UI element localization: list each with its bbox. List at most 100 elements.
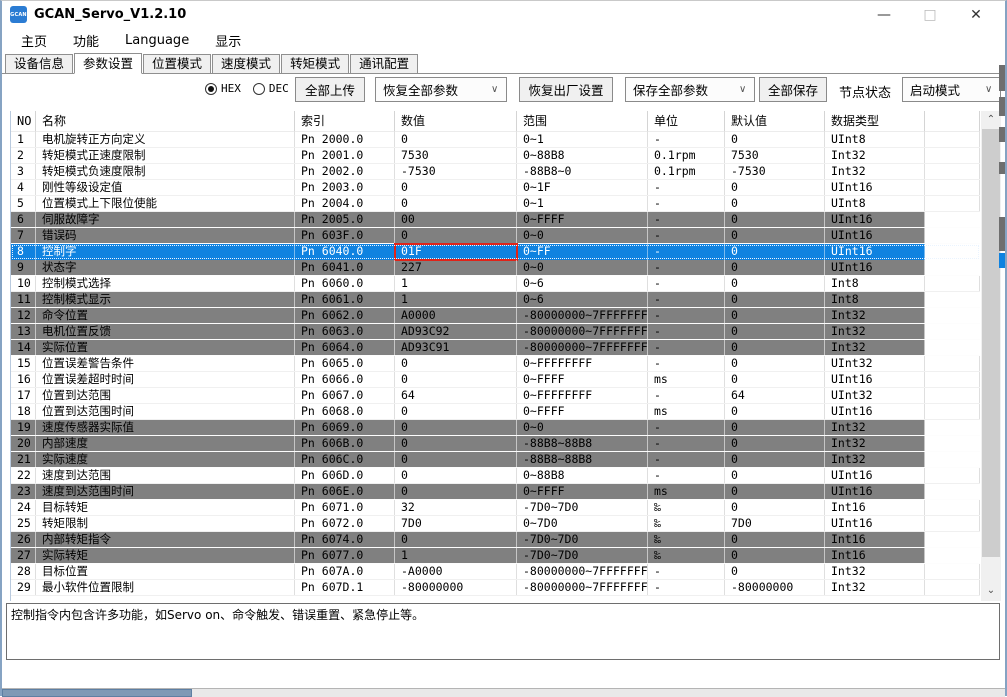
table-row-27[interactable]: 27 实际转矩 Pn 6077.0 1 -7D0~7D0 ‰ 0 Int16	[11, 548, 980, 564]
table-row-18[interactable]: 18 位置到达范围时间 Pn 6068.0 0 0~FFFF ms 0 UInt16	[11, 404, 980, 420]
tab-0[interactable]: 设备信息	[5, 54, 74, 73]
save-all-button[interactable]: 全部保存	[759, 77, 827, 102]
table-row-16[interactable]: 16 位置误差超时时间 Pn 6066.0 0 0~FFFF ms 0 UInt16	[11, 372, 980, 388]
cell-range: 0~88B8	[517, 468, 648, 483]
tab-5[interactable]: 通讯配置	[350, 54, 419, 73]
cell-unit: ms	[648, 404, 725, 419]
tab-4[interactable]: 转矩模式	[281, 54, 350, 73]
table-row-3[interactable]: 3 转矩模式负速度限制 Pn 2002.0 -7530 -88B8~0 0.1rpm -75…	[11, 164, 980, 180]
table-row-24[interactable]: 24 目标转矩 Pn 6071.0 32 -7D0~7D0 ‰ 0 Int16	[11, 500, 980, 516]
upload-all-button[interactable]: 全部上传	[295, 77, 365, 102]
cell-no: 25	[11, 516, 36, 531]
menu-home[interactable]: 主页	[8, 29, 60, 52]
cell-range: 0~1	[517, 132, 648, 147]
table-row-23[interactable]: 23 速度到达范围时间 Pn 606E.0 0 0~FFFF ms 0 UInt16	[11, 484, 980, 500]
cell-index: Pn 2005.0	[295, 212, 395, 227]
cell-value: 7D0	[395, 516, 517, 531]
cell-no: 12	[11, 308, 36, 323]
cell-index: Pn 2003.0	[295, 180, 395, 195]
cell-range: -88B8~0	[517, 164, 648, 179]
table-row-21[interactable]: 21 实际速度 Pn 606C.0 0 -88B8~88B8-0 Int32	[11, 452, 980, 468]
cell-value: 0	[395, 420, 517, 435]
table-row-13[interactable]: 13 电机位置反馈 Pn 6063.0 AD93C92 -80000000~7FFFFF…	[11, 324, 980, 340]
vertical-scrollbar[interactable]: ⌃ ⌄	[981, 111, 1001, 601]
vertical-scrollbar-thumb[interactable]	[982, 129, 1000, 557]
cell-index: Pn 603F.0	[295, 228, 395, 243]
cell-range: 0~0	[517, 260, 648, 275]
cell-unit: -	[648, 196, 725, 211]
cell-no: 5	[11, 196, 36, 211]
table-row-9[interactable]: 9 状态字 Pn 6041.0 227 0~0-0 UInt16	[11, 260, 980, 276]
hex-radio[interactable]: HEX	[205, 82, 241, 95]
table-row-12[interactable]: 12 命令位置 Pn 6062.0 A0000 -80000000~7FFFFFFF -0…	[11, 308, 980, 324]
cell-no: 15	[11, 356, 36, 371]
minimize-button[interactable]: —	[861, 1, 907, 28]
table-row-29[interactable]: 29 最小软件位置限制 Pn 607D.1 -80000000 -80000000~7F…	[11, 580, 980, 596]
scroll-down-icon[interactable]: ⌄	[981, 582, 1001, 599]
cell-no: 19	[11, 420, 36, 435]
cell-value: 0	[395, 132, 517, 147]
cell-type: Int32	[825, 452, 925, 467]
cell-filler	[925, 164, 980, 179]
table-row-7[interactable]: 7 错误码 Pn 603F.0 0 0~0-0 UInt16	[11, 228, 980, 244]
restore-all-combo[interactable]: 恢复全部参数 ∨	[375, 77, 507, 102]
table-row-26[interactable]: 26 内部转矩指令 Pn 6074.0 0 -7D0~7D0 ‰ 0 Int16	[11, 532, 980, 548]
cell-index: Pn 6064.0	[295, 340, 395, 355]
dec-radio[interactable]: DEC	[252, 82, 289, 95]
factory-reset-button[interactable]: 恢复出厂设置	[519, 77, 613, 102]
cell-index: Pn 607D.1	[295, 580, 395, 595]
table-row-19[interactable]: 19 速度传感器实际值 Pn 6069.0 0 0~0-0 Int32	[11, 420, 980, 436]
close-button[interactable]: ✕	[953, 1, 999, 28]
cell-filler	[925, 580, 980, 595]
table-row-10[interactable]: 10 控制模式选择 Pn 6060.0 1 0~6-0 Int8	[11, 276, 980, 292]
table-row-11[interactable]: 11 控制模式显示 Pn 6061.0 1 0~6-0 Int8	[11, 292, 980, 308]
table-row-22[interactable]: 22 速度到达范围 Pn 606D.0 0 0~88B8-0 UInt16	[11, 468, 980, 484]
tab-1[interactable]: 参数设置	[74, 53, 143, 74]
cell-no: 11	[11, 292, 36, 307]
table-row-8[interactable]: 8 控制字 Pn 6040.0 01F 0~FF -0 UInt16	[11, 243, 980, 261]
cell-type: Int32	[825, 580, 925, 595]
table-row-5[interactable]: 5 位置模式上下限位使能 Pn 2004.0 0 0~1-0 UInt8	[11, 196, 980, 212]
table-row-6[interactable]: 6 伺服故障字 Pn 2005.0 00 0~FFFF -0 UInt16	[11, 212, 980, 228]
cell-def: 0	[725, 292, 825, 307]
cell-name: 刚性等级设定值	[36, 180, 295, 195]
cell-unit: -	[648, 564, 725, 579]
maximize-button[interactable]: □	[907, 1, 953, 28]
cell-def: 0	[725, 260, 825, 275]
table-row-28[interactable]: 28 目标位置 Pn 607A.0 -A0000 -80000000~7FFFFFFF -…	[11, 564, 980, 580]
cell-index: Pn 607A.0	[295, 564, 395, 579]
table-row-14[interactable]: 14 实际位置 Pn 6064.0 AD93C91 -80000000~7FFFFFFF…	[11, 340, 980, 356]
cell-unit: ms	[648, 484, 725, 499]
cell-name: 转矩限制	[36, 516, 295, 531]
table-row-1[interactable]: 1 电机旋转正方向定义 Pn 2000.0 0 0~1-0 UInt8	[11, 132, 980, 148]
table-row-25[interactable]: 25 转矩限制 Pn 6072.0 7D0 0~7D0 ‰ 7D0 UInt16	[11, 516, 980, 532]
cell-index: Pn 6061.0	[295, 292, 395, 307]
cell-name: 实际转矩	[36, 548, 295, 563]
table-row-15[interactable]: 15 位置误差警告条件 Pn 6065.0 0 0~FFFFFFFF -0 UInt32	[11, 356, 980, 372]
cell-type: Int16	[825, 532, 925, 547]
table-row-2[interactable]: 2 转矩模式正速度限制 Pn 2001.0 7530 0~88B8 0.1rpm 7530 I…	[11, 148, 980, 164]
cell-value: 227	[395, 260, 517, 275]
title-bar: GCAN GCAN_Servo_V1.2.10 — □ ✕	[2, 1, 1005, 28]
cell-name: 位置误差超时时间	[36, 372, 295, 387]
save-params-combo[interactable]: 保存全部参数 ∨	[625, 77, 755, 102]
cell-no: 24	[11, 500, 36, 515]
chevron-down-icon: ∨	[491, 84, 499, 95]
table-row-20[interactable]: 20 内部速度 Pn 606B.0 0 -88B8~88B8-0 Int32	[11, 436, 980, 452]
cell-range: 0~FF	[517, 244, 648, 260]
node-mode-combo[interactable]: 启动模式 ∨	[902, 77, 1001, 102]
cell-no: 4	[11, 180, 36, 195]
menu-display[interactable]: 显示	[202, 29, 254, 52]
cell-no: 28	[11, 564, 36, 579]
cell-unit: -	[648, 276, 725, 291]
menu-language[interactable]: Language	[112, 31, 202, 50]
tab-3[interactable]: 速度模式	[212, 54, 281, 73]
cell-name: 实际位置	[36, 340, 295, 355]
scroll-up-icon[interactable]: ⌃	[981, 111, 1001, 128]
tab-2[interactable]: 位置模式	[143, 54, 212, 73]
table-row-4[interactable]: 4 刚性等级设定值 Pn 2003.0 0 0~1F -0 UInt16	[11, 180, 980, 196]
table-row-17[interactable]: 17 位置到达范围 Pn 6067.0 64 0~FFFFFFFF -64 UInt32	[11, 388, 980, 404]
menu-function[interactable]: 功能	[60, 29, 112, 52]
cell-no: 26	[11, 532, 36, 547]
cell-filler	[925, 468, 980, 483]
